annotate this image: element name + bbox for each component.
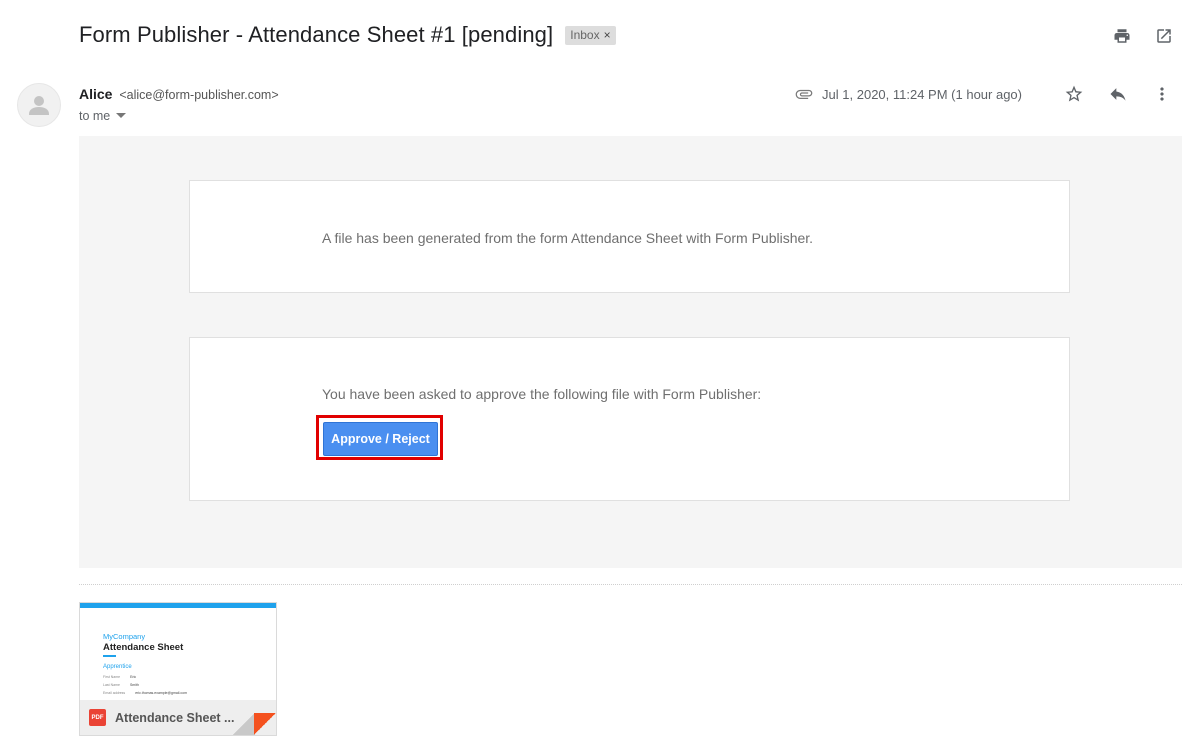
notice-text: A file has been generated from the form … bbox=[322, 230, 814, 246]
approval-prompt: You have been asked to approve the follo… bbox=[322, 386, 762, 402]
preview-row-value: eric.thomas.example@gmail.com bbox=[135, 691, 187, 695]
pdf-icon: PDF bbox=[89, 709, 106, 726]
notice-card: A file has been generated from the form … bbox=[189, 180, 1070, 293]
print-icon[interactable] bbox=[1112, 26, 1132, 46]
approve-reject-button[interactable]: Approve / Reject bbox=[323, 422, 438, 456]
caret-down-icon[interactable] bbox=[116, 113, 127, 119]
paperclip-icon bbox=[794, 84, 814, 104]
person-icon bbox=[29, 96, 49, 115]
page-corner-icon bbox=[254, 713, 276, 735]
more-vertical-icon[interactable] bbox=[1152, 84, 1172, 104]
attachment-preview: MyCompany Attendance Sheet Apprentice Fi… bbox=[80, 608, 276, 700]
attachment-name: Attendance Sheet ... bbox=[115, 710, 235, 725]
preview-row-value: Smith bbox=[129, 683, 139, 687]
open-in-new-window-icon[interactable] bbox=[1154, 26, 1174, 46]
attachment-card[interactable]: MyCompany Attendance Sheet Apprentice Fi… bbox=[79, 602, 277, 736]
preview-section: Apprentice bbox=[103, 664, 132, 670]
preview-row: Email address eric.thomas.example@gmail.c… bbox=[103, 691, 187, 695]
remove-label-button[interactable]: × bbox=[604, 28, 611, 42]
preview-row-label: Email address bbox=[103, 691, 126, 695]
attachments-divider bbox=[79, 584, 1182, 585]
inbox-label: Inbox bbox=[570, 27, 600, 42]
thread-toolbar bbox=[1112, 26, 1174, 46]
sender-email: <alice@form-publisher.com> bbox=[119, 88, 279, 102]
recipients-toggle[interactable]: to me bbox=[79, 109, 127, 123]
star-icon[interactable] bbox=[1064, 84, 1084, 104]
email-body: A file has been generated from the form … bbox=[79, 136, 1182, 568]
email-subject: Form Publisher - Attendance Sheet #1 [pe… bbox=[79, 22, 554, 47]
inbox-label-chip[interactable]: Inbox × bbox=[565, 25, 616, 45]
approval-card: You have been asked to approve the follo… bbox=[189, 337, 1070, 501]
preview-row-label: First Name bbox=[103, 675, 121, 679]
reply-icon[interactable] bbox=[1108, 84, 1128, 104]
page-fold-icon bbox=[233, 713, 255, 735]
subject-row: Form Publisher - Attendance Sheet #1 [pe… bbox=[79, 22, 616, 48]
preview-company: MyCompany bbox=[103, 632, 146, 641]
message-date: Jul 1, 2020, 11:24 PM (1 hour ago) bbox=[822, 86, 1022, 102]
message-meta: Jul 1, 2020, 11:24 PM (1 hour ago) bbox=[794, 84, 1172, 104]
sender-line: Alice <alice@form-publisher.com> bbox=[79, 86, 279, 102]
preview-row: First Name Eric bbox=[103, 675, 136, 679]
recipients-label: to me bbox=[79, 109, 111, 123]
preview-rule bbox=[103, 655, 116, 657]
preview-row-label: Last Name bbox=[103, 683, 120, 687]
preview-row-value: Eric bbox=[130, 675, 137, 679]
preview-title: Attendance Sheet bbox=[103, 642, 184, 653]
preview-row: Last Name Smith bbox=[103, 683, 139, 687]
sender-avatar[interactable] bbox=[17, 83, 61, 127]
sender-name[interactable]: Alice bbox=[79, 86, 112, 102]
